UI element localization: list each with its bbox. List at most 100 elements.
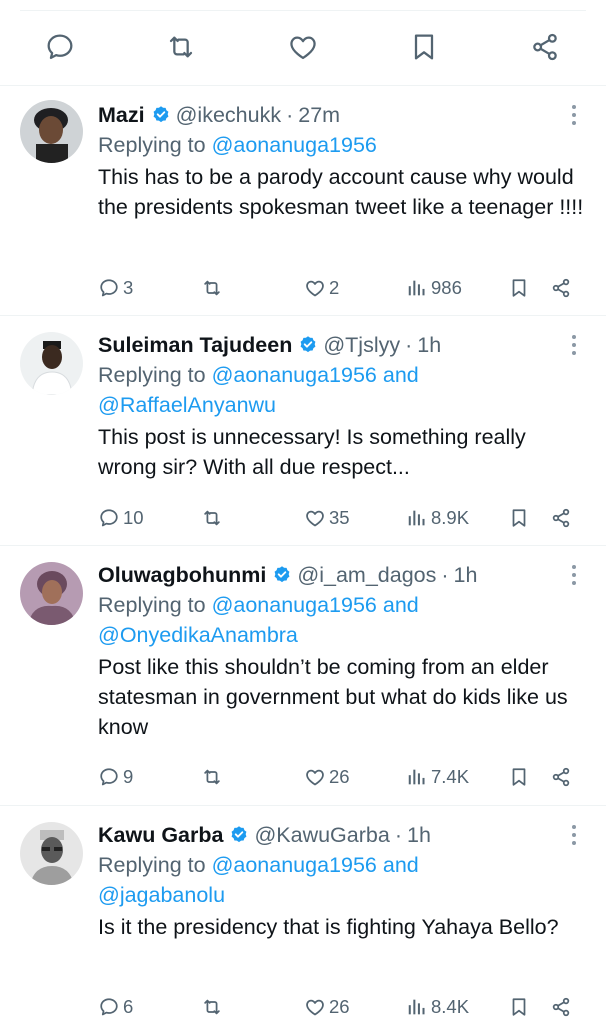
display-name[interactable]: Suleiman Tajudeen — [98, 330, 292, 360]
bookmark-icon — [512, 279, 526, 297]
retweet-button[interactable] — [201, 503, 226, 533]
reply-action-bar: 9 26 7.4K — [98, 762, 586, 792]
share-button[interactable] — [550, 273, 575, 303]
display-name[interactable]: Oluwagbohunmi — [98, 560, 266, 590]
reply-button[interactable]: 6 — [98, 992, 133, 1022]
like-button[interactable]: 35 — [304, 503, 350, 533]
views-button[interactable]: 7.4K — [406, 762, 469, 792]
user-handle[interactable]: @i_am_dagos — [297, 560, 436, 590]
avatar[interactable] — [20, 332, 83, 395]
reply-icon — [100, 279, 118, 297]
like-icon — [306, 510, 324, 527]
views-button[interactable]: 986 — [406, 273, 462, 303]
mention-link[interactable]: @aonanuga1956 — [212, 133, 377, 157]
reply-button[interactable]: 9 — [98, 762, 133, 792]
timestamp[interactable]: 1h — [407, 820, 431, 850]
more-options-button[interactable] — [566, 820, 582, 850]
share-button[interactable] — [550, 762, 575, 792]
timestamp[interactable]: 1h — [454, 560, 478, 590]
like-button[interactable]: 2 — [304, 273, 339, 303]
mention-link[interactable]: @OnyedikaAnambra — [98, 623, 298, 647]
retweet-button[interactable] — [201, 273, 226, 303]
reply-item[interactable]: Mazi @ikechukk · 27m Replying to @aonanu… — [0, 86, 606, 316]
timestamp[interactable]: 1h — [417, 330, 441, 360]
verified-badge-icon — [229, 825, 249, 845]
avatar[interactable] — [20, 100, 83, 163]
avatar-image — [20, 100, 83, 163]
mention-link[interactable]: @aonanuga1956 — [212, 363, 377, 387]
retweet-icon — [204, 769, 220, 785]
bookmark-button[interactable] — [508, 273, 533, 303]
retweet-button[interactable] — [201, 992, 226, 1022]
user-handle[interactable]: @ikechukk — [176, 100, 281, 130]
view-count: 986 — [431, 277, 462, 298]
mention-link[interactable]: @jagabanolu — [98, 883, 225, 907]
reply-header: Mazi @ikechukk · 27m — [98, 100, 586, 130]
mention-link[interactable]: @aonanuga1956 — [212, 593, 377, 617]
reply-header: Kawu Garba @KawuGarba · 1h — [98, 820, 586, 850]
reply-button[interactable]: 3 — [98, 273, 133, 303]
more-options-button[interactable] — [566, 330, 582, 360]
bookmark-button[interactable] — [406, 29, 442, 65]
more-options-button[interactable] — [566, 560, 582, 590]
retweet-button[interactable] — [201, 762, 226, 792]
user-handle[interactable]: @KawuGarba — [254, 820, 389, 850]
reply-item[interactable]: Oluwagbohunmi @i_am_dagos · 1h Replying … — [0, 546, 606, 806]
share-icon — [533, 33, 557, 61]
reply-text: Is it the presidency that is fighting Ya… — [98, 915, 559, 939]
bookmark-icon — [512, 998, 526, 1016]
reply-icon — [100, 768, 118, 786]
share-icon — [552, 767, 570, 787]
like-button[interactable]: 26 — [304, 992, 350, 1022]
bookmark-button[interactable] — [508, 992, 533, 1022]
like-icon — [306, 280, 324, 297]
share-button[interactable] — [527, 29, 563, 65]
bookmark-button[interactable] — [508, 503, 533, 533]
share-button[interactable] — [550, 992, 575, 1022]
divider — [20, 10, 586, 11]
views-icon — [408, 510, 425, 526]
replying-to: Replying to @aonanuga1956 and @RaffaelAn… — [98, 363, 419, 417]
reply-item[interactable]: Suleiman Tajudeen @Tjslyy · 1h Replying … — [0, 316, 606, 546]
bookmark-icon — [414, 34, 434, 60]
reply-button[interactable]: 10 — [98, 503, 144, 533]
reply-action-bar: 10 35 8.9K — [98, 503, 586, 533]
like-icon — [306, 999, 324, 1016]
user-handle[interactable]: @Tjslyy — [323, 330, 400, 360]
reply-count: 3 — [123, 277, 134, 298]
reply-icon — [100, 509, 118, 527]
avatar-image — [20, 822, 83, 885]
avatar-image — [20, 332, 83, 395]
bookmark-button[interactable] — [508, 762, 533, 792]
verified-badge-icon — [298, 335, 318, 355]
like-button[interactable]: 26 — [304, 762, 350, 792]
reply-action-bar: 6 26 8.4K — [98, 992, 586, 1022]
share-icon — [552, 278, 570, 298]
view-count: 8.4K — [431, 996, 470, 1017]
mention-link[interactable]: @RaffaelAnyanwu — [98, 393, 276, 417]
display-name[interactable]: Kawu Garba — [98, 820, 223, 850]
like-count: 26 — [329, 996, 350, 1017]
display-name[interactable]: Mazi — [98, 100, 145, 130]
like-count: 26 — [329, 766, 350, 787]
like-icon — [306, 769, 324, 786]
reply-button[interactable] — [42, 29, 78, 65]
like-button[interactable] — [285, 29, 321, 65]
retweet-button[interactable] — [163, 29, 199, 65]
reply-header: Oluwagbohunmi @i_am_dagos · 1h — [98, 560, 586, 590]
reply-item[interactable]: Kawu Garba @KawuGarba · 1h Replying to @… — [0, 806, 606, 1024]
share-icon — [552, 997, 570, 1017]
views-button[interactable]: 8.9K — [406, 503, 469, 533]
views-button[interactable]: 8.4K — [406, 992, 469, 1022]
avatar[interactable] — [20, 822, 83, 885]
reply-text: Post like this shouldn’t be coming from … — [98, 655, 568, 739]
views-icon — [408, 280, 425, 296]
timestamp[interactable]: 27m — [298, 100, 340, 130]
reply-count: 10 — [123, 507, 144, 528]
share-button[interactable] — [550, 503, 575, 533]
bookmark-icon — [512, 768, 526, 786]
avatar[interactable] — [20, 562, 83, 625]
reply-count: 9 — [123, 766, 134, 787]
more-options-button[interactable] — [566, 100, 582, 130]
mention-link[interactable]: @aonanuga1956 — [212, 853, 377, 877]
